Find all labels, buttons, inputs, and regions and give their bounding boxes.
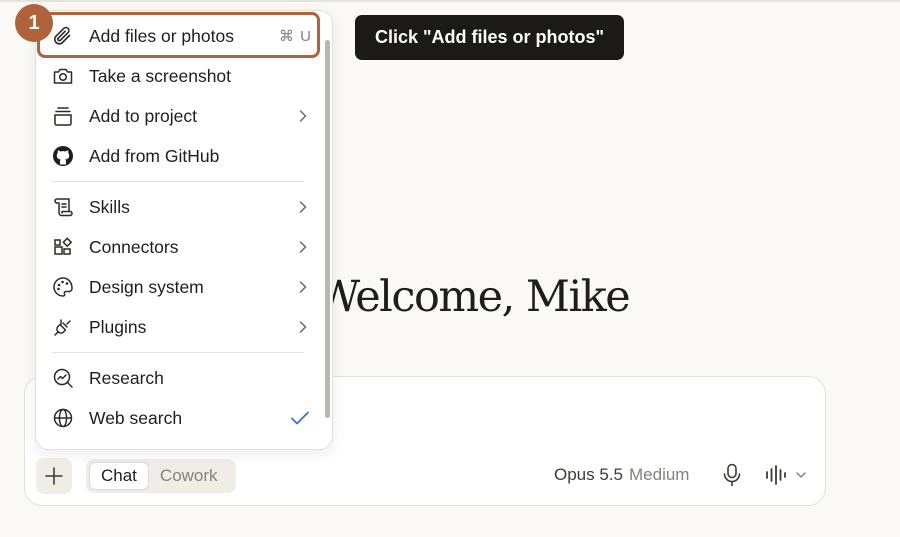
step-highlight-outline <box>37 12 320 58</box>
menu-item-skills[interactable]: Skills <box>52 189 308 225</box>
menu-item-label: Add from GitHub <box>89 145 220 166</box>
chevron-right-icon <box>298 309 308 345</box>
chevron-right-icon <box>298 229 308 265</box>
mode-cowork-tab[interactable]: Cowork <box>149 462 229 490</box>
mode-chat-tab[interactable]: Chat <box>89 462 149 490</box>
connectors-icon <box>52 236 74 258</box>
palette-icon <box>52 276 74 298</box>
attach-menu: Add files or photos ⌘ U Take a screensho… <box>35 10 333 450</box>
github-icon <box>52 145 74 167</box>
instruction-tooltip: Click "Add files or photos" <box>355 15 624 60</box>
microphone-icon[interactable] <box>722 463 742 487</box>
top-divider <box>0 0 900 2</box>
menu-item-label: Add to project <box>89 105 197 126</box>
model-selector[interactable]: Opus 5.5 Medium <box>554 465 689 485</box>
model-name: Opus 5.5 <box>554 465 623 484</box>
menu-item-label: Take a screenshot <box>89 65 232 86</box>
chevron-right-icon <box>298 189 308 225</box>
scroll-icon <box>52 196 74 218</box>
chevron-down-icon <box>795 469 807 481</box>
menu-item-add-to-project[interactable]: Add to project <box>52 98 308 134</box>
welcome-heading: Welcome, Mike <box>316 272 631 322</box>
plus-icon <box>44 466 64 486</box>
menu-divider <box>52 352 304 353</box>
effort-level: Medium <box>629 465 690 484</box>
step-number-badge: 1 <box>15 4 53 42</box>
menu-scrollbar[interactable] <box>325 40 330 418</box>
menu-item-label: Plugins <box>89 316 147 337</box>
waveform-icon <box>765 465 789 485</box>
checkmark-icon <box>290 400 310 436</box>
menu-item-label: Web search <box>89 407 183 428</box>
menu-item-web-search[interactable]: Web search <box>52 400 310 436</box>
menu-item-connectors[interactable]: Connectors <box>52 229 308 265</box>
chevron-right-icon <box>298 98 308 134</box>
chevron-right-icon <box>298 269 308 305</box>
menu-item-design-system[interactable]: Design system <box>52 269 308 305</box>
voice-mode-button[interactable] <box>765 465 811 485</box>
menu-item-label: Skills <box>89 196 130 217</box>
menu-item-label: Connectors <box>89 236 179 257</box>
menu-item-label: Research <box>89 367 164 388</box>
menu-item-plugins[interactable]: Plugins <box>52 309 308 345</box>
menu-item-research[interactable]: Research <box>52 360 308 396</box>
menu-divider <box>52 181 304 182</box>
add-content-button[interactable] <box>36 458 72 494</box>
project-stack-icon <box>52 105 74 127</box>
menu-item-label: Design system <box>89 276 204 297</box>
menu-item-screenshot[interactable]: Take a screenshot <box>52 58 308 94</box>
plug-icon <box>52 316 74 338</box>
mode-toggle[interactable]: Chat Cowork <box>86 459 236 493</box>
camera-icon <box>52 65 74 87</box>
research-icon <box>52 367 74 389</box>
menu-item-github[interactable]: Add from GitHub <box>52 138 308 174</box>
globe-icon <box>52 407 74 429</box>
